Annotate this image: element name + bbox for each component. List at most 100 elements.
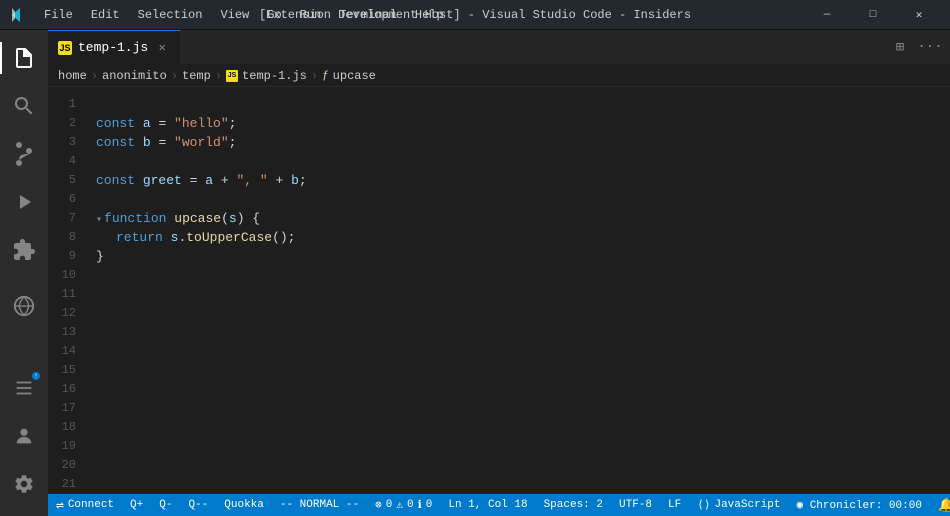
code-line-4: 4 <box>48 152 950 171</box>
code-line-13: 13 <box>48 323 950 342</box>
code-line-18: 18 <box>48 418 950 437</box>
code-line-7: 7 ▾function upcase(s) { <box>48 209 950 228</box>
code-line-5: 5 const greet = a + ", " + b; <box>48 171 950 190</box>
tab-close-button[interactable]: ✕ <box>154 40 170 56</box>
extensions-activity-icon[interactable] <box>0 226 48 274</box>
tab-bar: JS temp-1.js ✕ ⊞ ··· <box>48 30 950 65</box>
code-line-16: 16 <box>48 380 950 399</box>
line-ending-status[interactable]: LF <box>660 494 689 516</box>
code-line-2: 2 const a = "hello"; <box>48 114 950 133</box>
language-label: JavaScript <box>714 499 780 511</box>
code-line-1: 1 <box>48 95 950 114</box>
breadcrumb-file[interactable]: JS temp-1.js <box>226 69 307 83</box>
status-bar: ⇌ Connect Q+ Q- Q-- Quokka -- NORMAL -- <box>48 494 950 516</box>
code-line-19: 19 <box>48 437 950 456</box>
code-line-8: 8 return s.toUpperCase(); <box>48 228 950 247</box>
quokka-dash-status[interactable]: Q-- <box>180 494 216 516</box>
more-actions-button[interactable]: ··· <box>916 33 944 61</box>
quokka-name-label: Quokka <box>224 499 264 511</box>
run-debug-activity-icon[interactable] <box>0 178 48 226</box>
encoding-status[interactable]: UTF-8 <box>611 494 660 516</box>
code-line-11: 11 <box>48 285 950 304</box>
app-icon <box>8 7 24 23</box>
close-button[interactable]: ✕ <box>896 0 942 30</box>
quokka-minus-label: Q- <box>159 499 172 511</box>
active-tab[interactable]: JS temp-1.js ✕ <box>48 30 181 65</box>
cursor-position-status[interactable]: Ln 1, Col 18 <box>440 494 535 516</box>
menu-selection[interactable]: Selection <box>130 6 211 24</box>
spaces-status[interactable]: Spaces: 2 <box>536 494 611 516</box>
breadcrumb-fn[interactable]: ƒ upcase <box>322 69 376 83</box>
remote-icon: ⇌ <box>56 498 64 513</box>
code-editor[interactable]: 1 2 const a = "hello"; 3 const b = "worl… <box>48 87 950 494</box>
tab-bar-actions: ⊞ ··· <box>886 33 950 61</box>
code-line-9: 9 } <box>48 247 950 266</box>
main-layout: ! JS temp-1.js ✕ ⊞ <box>0 30 950 516</box>
search-activity-icon[interactable] <box>0 82 48 130</box>
title-bar: FileEditSelectionViewGoRunTerminalHelp [… <box>0 0 950 30</box>
tab-js-icon: JS <box>58 41 72 55</box>
quokka-plus-label: Q+ <box>130 499 143 511</box>
menu-view[interactable]: View <box>212 6 257 24</box>
code-line-12: 12 <box>48 304 950 323</box>
code-line-6: 6 <box>48 190 950 209</box>
activity-bar: ! <box>0 30 48 516</box>
status-bar-left: ⇌ Connect Q+ Q- Q-- Quokka -- NORMAL -- <box>48 494 367 516</box>
remote-status[interactable]: ⇌ Connect <box>48 494 122 516</box>
remote-activity-icon[interactable] <box>0 282 48 330</box>
code-line-14: 14 <box>48 342 950 361</box>
errors-status[interactable]: ⊗ 0 ⚠ 0 ℹ 0 <box>367 494 440 516</box>
code-line-20: 20 <box>48 456 950 475</box>
vim-mode-status: -- NORMAL -- <box>272 494 367 516</box>
breadcrumb-fn-icon: ƒ <box>322 70 329 82</box>
breadcrumb: home › anonimito › temp › JS temp-1.js ›… <box>48 65 950 87</box>
code-line-10: 10 <box>48 266 950 285</box>
code-line-15: 15 <box>48 361 950 380</box>
minimize-button[interactable]: — <box>804 0 850 30</box>
quokka-name-status[interactable]: Quokka <box>216 494 272 516</box>
notification-bell-icon: 🔔 <box>938 498 950 513</box>
language-brackets-icon: ⟨⟩ <box>697 498 710 512</box>
notifications-status[interactable]: 🔔 <box>930 494 950 516</box>
code-line-21: 21 <box>48 475 950 494</box>
encoding-label: UTF-8 <box>619 499 652 511</box>
quokka-plus-status[interactable]: Q+ <box>122 494 151 516</box>
fold-arrow[interactable]: ▾ <box>96 215 102 226</box>
menu-edit[interactable]: Edit <box>83 6 128 24</box>
breadcrumb-user[interactable]: anonimito <box>102 69 167 83</box>
breadcrumb-home[interactable]: home <box>58 69 87 83</box>
connect-label: Connect <box>68 499 114 511</box>
source-control-activity-icon[interactable] <box>0 130 48 178</box>
settings-icon[interactable] <box>0 460 48 508</box>
chronicler-label: ◉ Chronicler: 00:00 <box>796 498 921 512</box>
breadcrumb-js-icon: JS <box>226 70 238 82</box>
tab-filename: temp-1.js <box>78 40 148 55</box>
activity-bar-bottom: ! <box>0 364 48 516</box>
title-text: [Extension Development Host] - Visual St… <box>259 8 691 22</box>
warning-count: 0 <box>407 499 414 511</box>
split-editor-button[interactable]: ⊞ <box>886 33 914 61</box>
error-icon: ⊗ <box>375 498 382 512</box>
quokka-dash-label: Q-- <box>188 499 208 511</box>
explorer-icon[interactable] <box>0 34 48 82</box>
breadcrumb-folder[interactable]: temp <box>182 69 211 83</box>
window-controls: — □ ✕ <box>804 0 942 30</box>
spaces-label: Spaces: 2 <box>544 499 603 511</box>
language-status[interactable]: ⟨⟩ JavaScript <box>689 494 788 516</box>
maximize-button[interactable]: □ <box>850 0 896 30</box>
cursor-position-label: Ln 1, Col 18 <box>448 499 527 511</box>
warning-icon: ⚠ <box>396 498 403 512</box>
code-line-17: 17 <box>48 399 950 418</box>
quokka-minus-status[interactable]: Q- <box>151 494 180 516</box>
account-icon[interactable] <box>0 412 48 460</box>
info-count: 0 <box>426 499 433 511</box>
error-count: 0 <box>386 499 393 511</box>
chronicler-status[interactable]: ◉ Chronicler: 00:00 <box>788 494 929 516</box>
extensions-marketplace-icon[interactable]: ! <box>0 364 48 412</box>
editor-area: JS temp-1.js ✕ ⊞ ··· home › anonimito › … <box>48 30 950 516</box>
menu-file[interactable]: File <box>36 6 81 24</box>
line-ending-label: LF <box>668 499 681 511</box>
code-line-3: 3 const b = "world"; <box>48 133 950 152</box>
vim-mode-label: -- NORMAL -- <box>280 499 359 511</box>
status-bar-right: ⊗ 0 ⚠ 0 ℹ 0 Ln 1, Col 18 Spaces: 2 UTF-8 <box>367 494 950 516</box>
